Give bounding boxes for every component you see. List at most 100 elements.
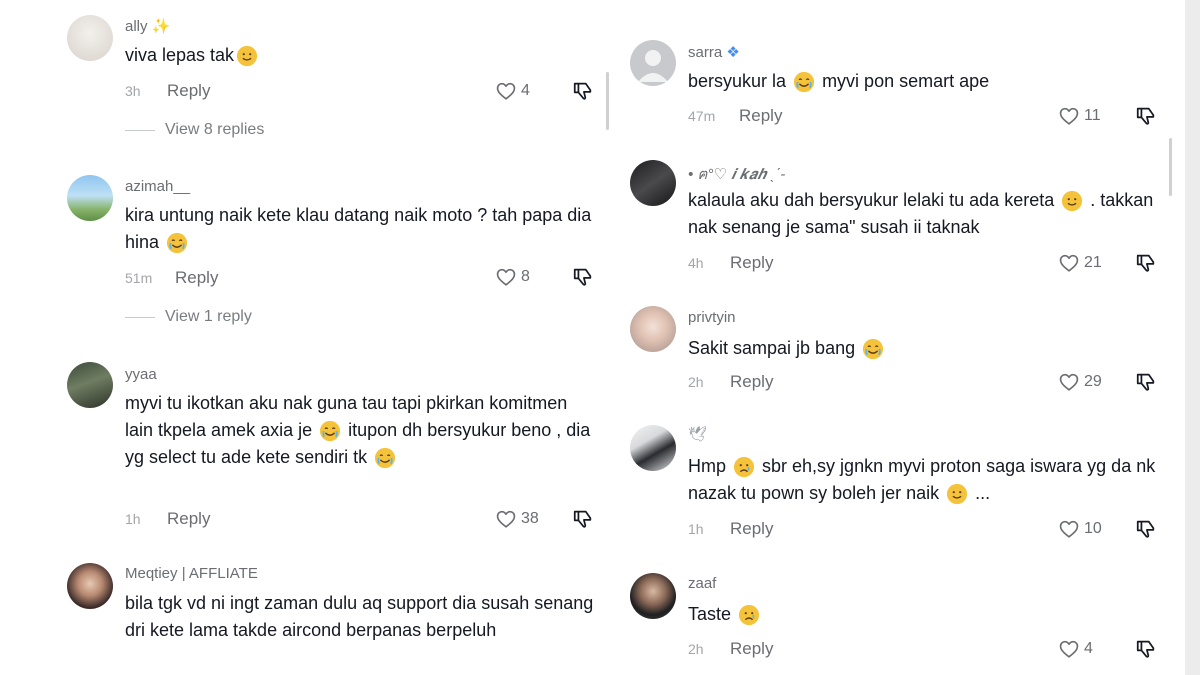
like-count: 4 <box>521 82 530 99</box>
sparkle-icon: ✨ <box>151 18 171 35</box>
avatar[interactable] <box>630 573 676 619</box>
comment-text: Taste <box>688 601 762 628</box>
laughing-emoji-icon <box>319 420 341 442</box>
view-replies-button[interactable]: View 8 replies <box>125 121 264 139</box>
comment-text: kalaula aku dah bersyukur lelaki tu ada … <box>688 190 1154 237</box>
reply-button[interactable]: Reply <box>730 519 773 539</box>
view-replies-label: View 8 replies <box>165 121 265 138</box>
comment-text: myvi tu ikotkan aku nak guna tau tapi pk… <box>125 390 595 471</box>
heart-icon <box>1058 371 1080 393</box>
reply-button[interactable]: Reply <box>730 639 773 659</box>
avatar[interactable] <box>630 160 676 206</box>
heart-icon <box>495 266 517 288</box>
comment-username[interactable]: yyaa <box>125 366 157 383</box>
comment-username[interactable]: zaaf <box>688 575 716 592</box>
avatar[interactable] <box>67 362 113 408</box>
heart-icon <box>495 80 517 102</box>
slight-smile-emoji-icon <box>946 483 968 505</box>
reply-button[interactable]: Reply <box>739 106 782 126</box>
comment-text: Hmp sbr eh,sy jgnkn myvi proton saga isw… <box>688 453 1168 507</box>
butterfly-icon: ❖ <box>726 44 740 61</box>
comment-username[interactable]: ally ✨ <box>125 17 170 35</box>
avatar[interactable] <box>67 175 113 221</box>
comment-text: Sakit sampai jb bang <box>688 335 886 362</box>
like-button[interactable]: 4 <box>1058 638 1093 660</box>
like-count: 29 <box>1084 373 1102 390</box>
dislike-icon[interactable] <box>1135 638 1157 660</box>
like-count: 8 <box>521 268 530 285</box>
comment-timestamp: 47m <box>688 108 716 124</box>
like-count: 10 <box>1084 520 1102 537</box>
avatar[interactable] <box>630 306 676 352</box>
dove-icon: 🕊 <box>688 426 708 443</box>
comment-text: bersyukur la myvi pon semart ape <box>688 68 989 95</box>
comment-list-right: sarra ❖ bersyukur la myvi pon semart ape… <box>615 0 1185 675</box>
avatar[interactable] <box>67 563 113 609</box>
crying-emoji-icon <box>862 338 884 360</box>
heart-icon <box>1058 518 1080 540</box>
heart-icon <box>1058 252 1080 274</box>
like-button[interactable]: 8 <box>495 266 530 288</box>
like-button[interactable]: 10 <box>1058 518 1102 540</box>
comment-username[interactable]: sarra ❖ <box>688 43 740 61</box>
dislike-icon[interactable] <box>572 80 594 102</box>
reply-button[interactable]: Reply <box>167 81 210 101</box>
grin-sweat-emoji-icon <box>236 45 258 67</box>
dislike-icon[interactable] <box>1135 105 1157 127</box>
comment-list-left: ally ✨ viva lepas tak 3h Reply 4 View 8 … <box>0 0 610 675</box>
default-avatar-icon <box>638 50 668 82</box>
like-button[interactable]: 21 <box>1058 252 1102 274</box>
comment-username[interactable]: Meqtiey | AFFLIATE <box>125 565 258 582</box>
sad-emoji-icon <box>733 456 755 478</box>
dislike-icon[interactable] <box>1135 518 1157 540</box>
comment-username[interactable]: privtyin <box>688 309 736 326</box>
reply-button[interactable]: Reply <box>175 268 218 288</box>
like-button[interactable]: 29 <box>1058 371 1102 393</box>
relieved-emoji-icon <box>1061 190 1083 212</box>
avatar[interactable] <box>630 425 676 471</box>
scrollbar[interactable] <box>1169 138 1172 196</box>
like-count: 4 <box>1084 640 1093 657</box>
crying-emoji-icon <box>166 232 188 254</box>
heart-icon <box>495 508 517 530</box>
comment-timestamp: 1h <box>125 511 141 527</box>
dislike-icon[interactable] <box>572 266 594 288</box>
crying-emoji-icon <box>793 71 815 93</box>
heart-icon <box>1058 105 1080 127</box>
comment-text: viva lepas tak <box>125 42 260 69</box>
heart-icon <box>1058 638 1080 660</box>
dislike-icon[interactable] <box>1135 371 1157 393</box>
like-count: 38 <box>521 510 539 527</box>
like-button[interactable]: 11 <box>1058 105 1101 127</box>
comment-username[interactable]: • ฅ°♡ 𝒊 𝒌𝒂𝒉 ˎˊ- <box>688 162 785 186</box>
view-replies-button[interactable]: View 1 reply <box>125 308 252 326</box>
comment-timestamp: 1h <box>688 521 704 537</box>
dislike-icon[interactable] <box>572 508 594 530</box>
view-replies-label: View 1 reply <box>165 308 252 325</box>
like-button[interactable]: 38 <box>495 508 539 530</box>
comment-username[interactable]: azimah__ <box>125 178 190 195</box>
reply-button[interactable]: Reply <box>730 253 773 273</box>
comment-text: bila tgk vd ni ingt zaman dulu aq suppor… <box>125 593 594 640</box>
comment-text: kira untung naik kete klau datang naik m… <box>125 202 595 256</box>
comment-timestamp: 3h <box>125 83 141 99</box>
like-count: 21 <box>1084 254 1102 271</box>
reply-button[interactable]: Reply <box>730 372 773 392</box>
avatar[interactable] <box>67 15 113 61</box>
scrollbar[interactable] <box>606 72 609 130</box>
like-count: 11 <box>1084 107 1101 124</box>
comment-username[interactable]: 🕊 <box>688 425 707 443</box>
laughing-emoji-icon <box>374 447 396 469</box>
comment-timestamp: 2h <box>688 374 704 390</box>
reply-button[interactable]: Reply <box>167 509 210 529</box>
divider-line <box>125 316 155 318</box>
avatar[interactable] <box>630 40 676 86</box>
sad-emoji-icon <box>738 604 760 626</box>
like-button[interactable]: 4 <box>495 80 530 102</box>
divider-line <box>125 129 155 131</box>
dislike-icon[interactable] <box>1135 252 1157 274</box>
comment-timestamp: 2h <box>688 641 704 657</box>
comment-timestamp: 51m <box>125 270 153 286</box>
comment-timestamp: 4h <box>688 255 704 271</box>
window-edge <box>1185 0 1200 675</box>
